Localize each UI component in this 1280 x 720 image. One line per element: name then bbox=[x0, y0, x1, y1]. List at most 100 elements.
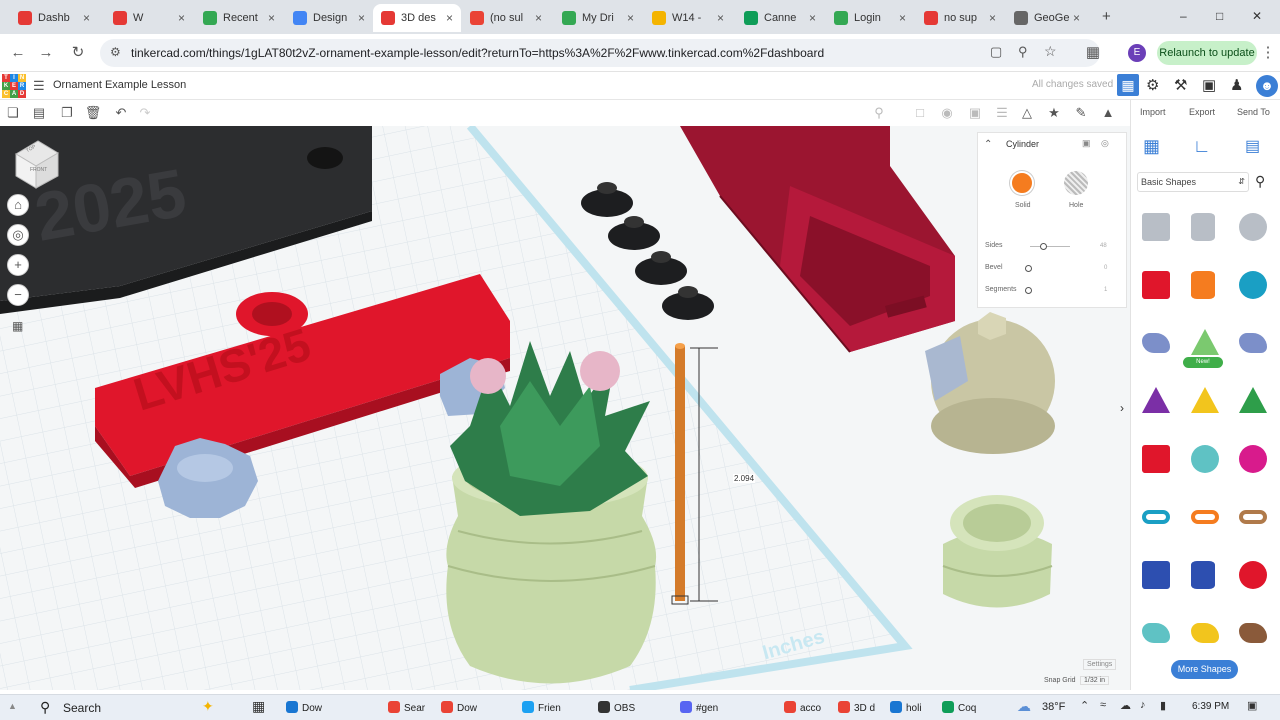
icosahedron-shape-icon[interactable] bbox=[1239, 561, 1267, 589]
drawer-model[interactable] bbox=[680, 126, 955, 353]
taskbar-app[interactable]: #gen bbox=[680, 701, 718, 714]
prop-value-sides[interactable]: 48 bbox=[1100, 243, 1107, 249]
undo-icon[interactable]: ↶ bbox=[112, 104, 130, 122]
height-dimension-value[interactable]: 2.094 bbox=[733, 474, 756, 483]
cruise-icon[interactable]: ★ bbox=[1045, 104, 1063, 122]
task-view-icon[interactable]: ▦ bbox=[252, 698, 265, 715]
notification-icon[interactable]: ▣ bbox=[1247, 699, 1257, 712]
box-hole-shape-icon[interactable] bbox=[1142, 213, 1170, 241]
note-icon[interactable]: ⚲ bbox=[870, 104, 888, 122]
cloud-icon[interactable]: ☁ bbox=[1120, 699, 1131, 712]
tab-close-icon[interactable]: × bbox=[627, 11, 634, 25]
text-3d-shape-icon[interactable] bbox=[1142, 445, 1170, 473]
maximize-icon[interactable]: □ bbox=[1216, 9, 1223, 23]
browser-tab[interactable]: Canne × bbox=[736, 4, 824, 32]
tab-close-icon[interactable]: × bbox=[535, 11, 542, 25]
minimize-icon[interactable]: – bbox=[1180, 9, 1187, 23]
chevron-up-icon[interactable]: ⌃ bbox=[984, 139, 992, 150]
prop-value-segments[interactable]: 1 bbox=[1104, 287, 1107, 293]
browser-tab[interactable]: My Dri × bbox=[554, 4, 642, 32]
browser-tab[interactable]: W14 - × bbox=[644, 4, 732, 32]
browser-tab[interactable]: 3D des × bbox=[373, 4, 461, 32]
tab-close-icon[interactable]: × bbox=[358, 11, 365, 25]
mirror-icon[interactable]: △ bbox=[1018, 104, 1036, 122]
taskbar-app[interactable]: Dow bbox=[286, 701, 322, 714]
scribble-shape-icon[interactable] bbox=[1142, 333, 1170, 353]
browser-tab[interactable]: Dashb × bbox=[10, 4, 98, 32]
zoom-out-icon[interactable]: − bbox=[7, 284, 29, 306]
workplane-tool-icon[interactable]: ▦ bbox=[1143, 136, 1160, 157]
roof-shape-icon[interactable] bbox=[1191, 387, 1219, 413]
3d-scene[interactable]: 2025 LVHS'25 bbox=[0, 126, 1130, 690]
hole-swatch[interactable] bbox=[1064, 171, 1088, 195]
tab-close-icon[interactable]: × bbox=[1073, 11, 1080, 25]
tube-shape-icon[interactable] bbox=[1191, 510, 1219, 524]
hamburger-menu-icon[interactable]: ☰ bbox=[33, 78, 45, 94]
network-icon[interactable]: ≈ bbox=[1100, 699, 1106, 711]
taskbar-app[interactable]: Frien bbox=[522, 701, 561, 714]
collapse-panel-chevron-icon[interactable]: › bbox=[1120, 401, 1124, 415]
align-icon[interactable]: ☰ bbox=[993, 104, 1011, 122]
browser-tab[interactable]: Login × bbox=[826, 4, 914, 32]
torus-shape-icon[interactable] bbox=[1142, 510, 1170, 524]
box-shape-icon[interactable] bbox=[1142, 271, 1170, 299]
heart-shape-icon[interactable] bbox=[1239, 623, 1267, 643]
browser-tab[interactable]: no sup × bbox=[916, 4, 1004, 32]
zoom-icon[interactable]: ⚲ bbox=[1018, 44, 1028, 60]
duplicate-icon[interactable]: ❐ bbox=[58, 104, 76, 122]
sphere-shape-icon[interactable] bbox=[1239, 271, 1267, 299]
taskbar-search[interactable]: Search bbox=[63, 701, 101, 715]
extensions-icon[interactable]: ▦ bbox=[1083, 43, 1103, 63]
text-shape-icon[interactable] bbox=[1239, 333, 1267, 353]
browser-tab[interactable]: GeoGe × bbox=[1006, 4, 1088, 32]
ruler-tool-icon[interactable]: ∟ bbox=[1193, 136, 1211, 157]
relaunch-button[interactable]: Relaunch to update bbox=[1157, 41, 1257, 65]
show-all-icon[interactable]: □ bbox=[911, 104, 929, 122]
send-to-button[interactable]: Send To bbox=[1237, 107, 1270, 117]
weather-icon[interactable]: ☁ bbox=[1017, 698, 1031, 715]
perspective-icon[interactable]: ▦ bbox=[12, 319, 23, 333]
browser-tab[interactable]: W × bbox=[105, 4, 193, 32]
fit-view-icon[interactable]: ◎ bbox=[7, 224, 29, 246]
ungroup-icon[interactable]: ▣ bbox=[966, 104, 984, 122]
user-avatar[interactable]: ☻ bbox=[1256, 75, 1278, 97]
half-sphere-shape-icon[interactable] bbox=[1191, 445, 1219, 473]
copilot-sparkle-icon[interactable]: ✦ bbox=[202, 698, 214, 715]
notes-tool-icon[interactable]: ▤ bbox=[1245, 136, 1260, 156]
home-view-icon[interactable]: ⌂ bbox=[7, 194, 29, 216]
prop-value-bevel[interactable]: 0 bbox=[1104, 265, 1107, 271]
paste-icon[interactable]: ▤ bbox=[30, 104, 48, 122]
segments-slider-handle[interactable] bbox=[1025, 287, 1032, 294]
solid-color-swatch[interactable] bbox=[1010, 171, 1034, 195]
3d-view-icon[interactable]: ▦ bbox=[1117, 74, 1139, 96]
globe-model[interactable] bbox=[925, 312, 1055, 454]
tab-close-icon[interactable]: × bbox=[899, 11, 906, 25]
star-yellow-shape-icon[interactable] bbox=[1191, 623, 1219, 643]
back-arrow-icon[interactable]: ← bbox=[8, 43, 28, 63]
lock-icon[interactable]: ▣ bbox=[1082, 138, 1091, 149]
cylinder-hole-shape-icon[interactable] bbox=[1191, 213, 1215, 241]
new-tab-icon[interactable]: + bbox=[1102, 8, 1111, 25]
search-taskbar-icon[interactable]: ⚲ bbox=[40, 699, 50, 716]
wedge-shape-icon[interactable] bbox=[1239, 387, 1267, 413]
taskbar-app[interactable]: Sear bbox=[388, 701, 425, 714]
shape-library-select[interactable]: Basic Shapes ⇵ bbox=[1137, 172, 1249, 192]
address-bar[interactable]: ⚙ tinkercad.com/things/1gLAT80t2vZ-ornam… bbox=[100, 39, 1100, 67]
site-info-icon[interactable]: ⚙ bbox=[110, 45, 121, 59]
widgets-icon[interactable]: ▲ bbox=[8, 701, 17, 711]
reload-icon[interactable]: ↻ bbox=[68, 43, 88, 63]
taskbar-app[interactable]: Dow bbox=[441, 701, 477, 714]
browser-tab[interactable]: Recent × bbox=[195, 4, 283, 32]
zoom-in-icon[interactable]: + bbox=[7, 254, 29, 276]
profile-avatar[interactable]: E bbox=[1128, 44, 1146, 62]
tab-close-icon[interactable]: × bbox=[268, 11, 275, 25]
browser-tab[interactable]: Design × bbox=[285, 4, 373, 32]
tab-close-icon[interactable]: × bbox=[717, 11, 724, 25]
lessons-icon[interactable]: ▣ bbox=[1202, 76, 1216, 94]
search-icon[interactable]: ⚲ bbox=[1255, 173, 1265, 190]
copy-icon[interactable]: ❏ bbox=[4, 104, 22, 122]
tinkercad-logo[interactable]: TINKERCAD bbox=[2, 74, 26, 98]
workplane-canvas[interactable]: 2025 LVHS'25 TOP FRONT ⌂ ◎ + − ▦ 2.094 I… bbox=[0, 126, 1130, 690]
sphere-hole-shape-icon[interactable] bbox=[1239, 213, 1267, 241]
settings-button[interactable]: Settings bbox=[1083, 659, 1117, 670]
